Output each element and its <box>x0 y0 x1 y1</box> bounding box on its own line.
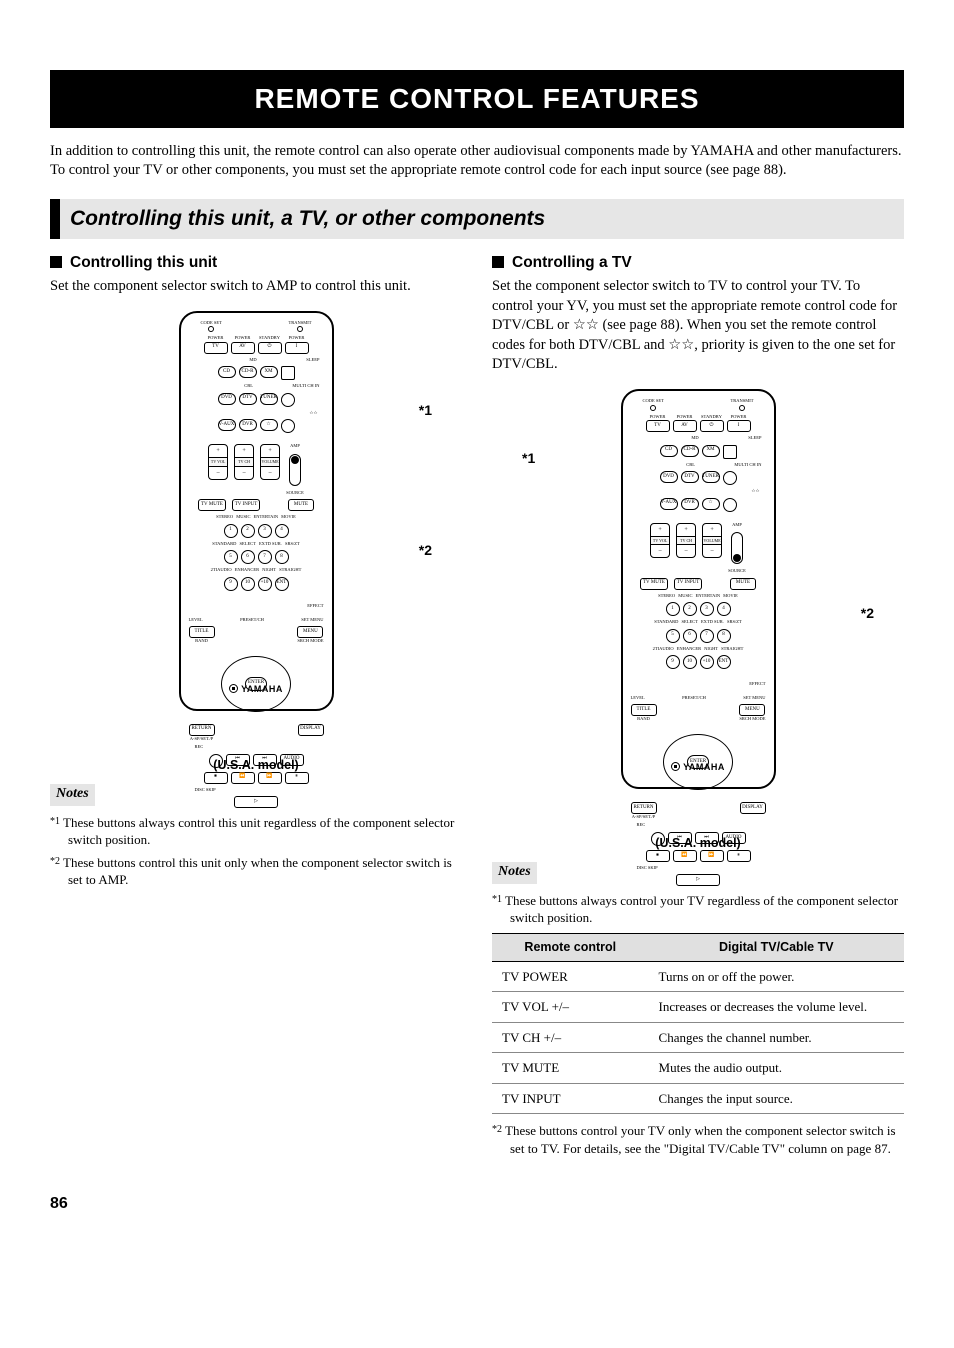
callout-star1-r: *1 <box>522 449 535 468</box>
left-subhead: Controlling this unit <box>50 253 462 274</box>
notes-label-left: Notes <box>50 784 95 806</box>
table-cell-remote: TV INPUT <box>492 1083 649 1114</box>
footnote-2-right: *2 These buttons control your TV only wh… <box>492 1122 904 1157</box>
yamaha-logo-icon <box>671 762 680 771</box>
table-row: TV MUTEMutes the audio output. <box>492 1053 904 1084</box>
right-body: Set the component selector switch to TV … <box>492 277 904 375</box>
bullet-square-icon <box>50 256 62 268</box>
table-cell-remote: TV CH +/– <box>492 1022 649 1053</box>
table-row: TV INPUTChanges the input source. <box>492 1083 904 1114</box>
table-row: TV CH +/–Changes the channel number. <box>492 1022 904 1053</box>
table-cell-remote: TV MUTE <box>492 1053 649 1084</box>
footnote-1-left: *1 These buttons always control this uni… <box>50 814 462 849</box>
table-cell-desc: Changes the channel number. <box>649 1022 904 1053</box>
intro-paragraph: In addition to controlling this unit, th… <box>50 142 904 181</box>
footnote-1-right: *1 These buttons always control your TV … <box>492 892 904 927</box>
footnote-2-left: *2 These buttons control this unit only … <box>50 854 462 889</box>
yamaha-logo-icon <box>229 684 238 693</box>
remote-figure-left: *1 *2 CODE SET TRANSMIT POWERTV POWERAV … <box>50 311 462 751</box>
callout-star2-r: *2 <box>861 604 874 623</box>
table-cell-remote: TV VOL +/– <box>492 992 649 1023</box>
remote-control-diagram-r: CODE SET TRANSMIT POWERTV POWERAV STANDB… <box>621 389 776 789</box>
left-body: Set the component selector switch to AMP… <box>50 277 462 297</box>
table-row: TV POWERTurns on or off the power. <box>492 961 904 992</box>
brand-logo: YAMAHA <box>181 683 332 695</box>
table-cell-desc: Turns on or off the power. <box>649 961 904 992</box>
table-header-remote: Remote control <box>492 933 649 961</box>
section-heading: Controlling this unit, a TV, or other co… <box>50 199 904 239</box>
brand-logo-r: YAMAHA <box>623 761 774 773</box>
callout-star1: *1 <box>419 401 432 420</box>
bullet-square-icon <box>492 256 504 268</box>
right-column: Controlling a TV Set the component selec… <box>492 253 904 1162</box>
right-subhead: Controlling a TV <box>492 253 904 274</box>
table-header-dtv: Digital TV/Cable TV <box>649 933 904 961</box>
remote-figure-right: *1 *2 CODE SET TRANSMIT POWERTV POWERAV … <box>492 389 904 829</box>
table-row: TV VOL +/–Increases or decreases the vol… <box>492 992 904 1023</box>
table-cell-desc: Mutes the audio output. <box>649 1053 904 1084</box>
table-cell-desc: Increases or decreases the volume level. <box>649 992 904 1023</box>
left-column: Controlling this unit Set the component … <box>50 253 462 1162</box>
page-number: 86 <box>50 1193 904 1215</box>
remote-control-diagram: CODE SET TRANSMIT POWERTV POWERAV STANDB… <box>179 311 334 711</box>
tv-functions-table: Remote control Digital TV/Cable TV TV PO… <box>492 933 904 1115</box>
notes-label-right: Notes <box>492 862 537 884</box>
table-cell-remote: TV POWER <box>492 961 649 992</box>
callout-star2: *2 <box>419 541 432 560</box>
table-cell-desc: Changes the input source. <box>649 1083 904 1114</box>
page-title-bar: REMOTE CONTROL FEATURES <box>50 70 904 128</box>
